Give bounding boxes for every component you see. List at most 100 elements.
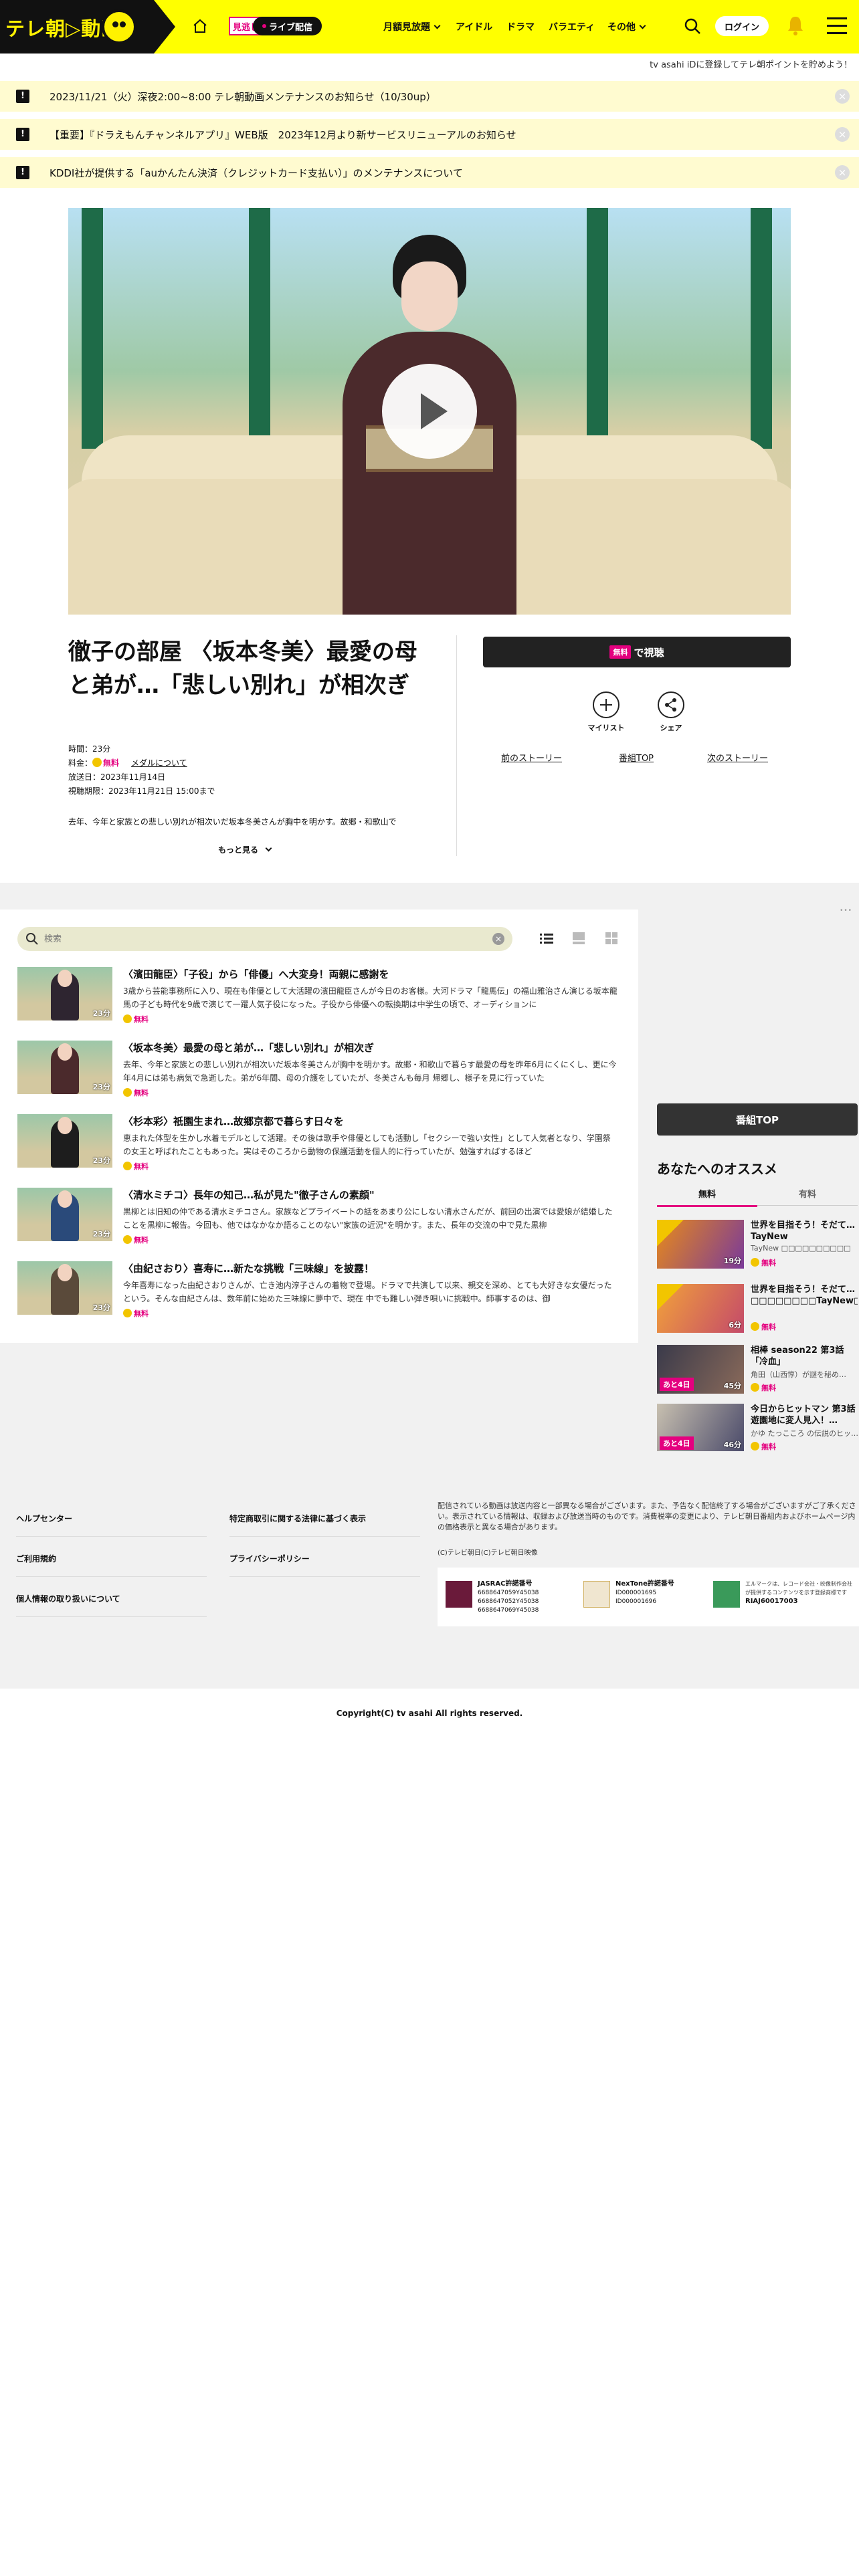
- watch-free-button[interactable]: 無料 で視聴: [483, 637, 791, 667]
- remaining-days-badge: あと4日: [660, 1378, 694, 1391]
- episode-thumbnail: 23分: [17, 1114, 112, 1168]
- notice-bar[interactable]: ! 【重要】『ドラえもんチャンネルアプリ』WEB版 2023年12月より新サービ…: [0, 119, 859, 150]
- live-badge[interactable]: ライブ配信: [253, 17, 322, 35]
- alert-icon: !: [16, 128, 29, 141]
- nav-drama[interactable]: ドラマ: [506, 20, 535, 33]
- nav-idol[interactable]: アイドル: [456, 20, 492, 33]
- reco-thumbnail: 19分: [657, 1220, 744, 1269]
- help-center-link[interactable]: ヘルプセンター: [16, 1513, 207, 1537]
- search-input[interactable]: [44, 931, 472, 947]
- episode-thumbnail: 23分: [17, 967, 112, 1021]
- reco-item[interactable]: あと4日 45分 相棒 season22 第3話「冷血」 角田（山西惇）が謎を秘め…: [657, 1345, 858, 1394]
- license-name: JASRAC許諾番号: [478, 1580, 533, 1588]
- card-view-icon[interactable]: [571, 931, 586, 946]
- set-pillar: [587, 208, 608, 449]
- reco-item[interactable]: 19分 世界を目指そう！そだて…TayNew □□□□□□□□□□ TayNew…: [657, 1220, 858, 1269]
- tab-free[interactable]: 無料: [657, 1187, 757, 1207]
- chevron-down-icon: [434, 22, 441, 29]
- home-icon[interactable]: [192, 18, 208, 34]
- prev-story-link[interactable]: 前のストーリー: [501, 751, 562, 764]
- play-icon[interactable]: [382, 364, 477, 459]
- login-button[interactable]: ログイン: [715, 16, 769, 36]
- close-icon[interactable]: ×: [835, 127, 850, 142]
- search-icon: [26, 933, 38, 945]
- item-title: 〈濱田龍臣〉「子役」から「俳優」へ大変身！両親に感謝を: [123, 968, 389, 980]
- free-label: 無料: [761, 1323, 776, 1331]
- episode-fee: 料金： 無料 メダルについて: [68, 756, 215, 770]
- tokushoho-link[interactable]: 特定商取引に関する法律に基づく表示: [229, 1513, 420, 1537]
- hamburger-menu-icon[interactable]: [827, 17, 847, 35]
- l-mark-license: エルマークは、レコード会社・映像制作会社が提供するコンテンツを示す登録商標です …: [745, 1580, 852, 1606]
- episode-title: 徹子の部屋 〈坂本冬美〉最愛の母と弟が…「悲しい別れ」が相次ぎ: [68, 639, 417, 699]
- clear-icon[interactable]: ×: [492, 933, 504, 945]
- notice-bar[interactable]: ! KDDI社が提供する「auかんたん決済（クレジットカード支払い）」のメンテナ…: [0, 157, 859, 188]
- license-name: NexTone許諾番号: [615, 1580, 674, 1588]
- list-item[interactable]: 23分 〈杉本彩〉祇園生まれ…故郷京都で暮らす日々を 恵まれた体型を生かし水着モ…: [17, 1114, 619, 1174]
- notice-text[interactable]: 2023/11/21（火）深夜2:00~8:00 テレ朝動画メンテナンスのお知ら…: [50, 90, 436, 104]
- nav-others[interactable]: その他: [607, 20, 646, 33]
- program-top-link[interactable]: 番組TOP: [619, 751, 654, 764]
- list-item[interactable]: 23分 〈濱田龍臣〉「子役」から「俳優」へ大変身！両親に感謝を 3歳から芸能事務…: [17, 967, 619, 1027]
- nav-variety[interactable]: バラエティ: [549, 20, 595, 33]
- program-top-button[interactable]: 番組TOP: [657, 1103, 858, 1136]
- video-player[interactable]: [68, 208, 791, 615]
- item-description: 去年、今年と家族との悲しい別れが相次いだ坂本冬美さんが胸中を明かす。故郷・和歌山…: [123, 1060, 617, 1083]
- tab-paid[interactable]: 有料: [757, 1187, 858, 1206]
- item-description: 今年喜寿になった由紀さおりさんが、亡き池内淳子さんの着物で登場。ドラマで共演して…: [123, 1281, 612, 1303]
- duration-label: 19分: [723, 1257, 741, 1265]
- free-badge: 無料: [123, 1014, 149, 1025]
- close-icon[interactable]: ×: [835, 89, 850, 104]
- episode-description: 去年、今年と家族との悲しい別れが相次いだ坂本冬美さんが胸中を明かす。故郷・和歌山…: [68, 817, 397, 827]
- coin-icon: [92, 758, 102, 767]
- search-icon[interactable]: [682, 16, 702, 36]
- reco-thumbnail: 6分: [657, 1284, 744, 1333]
- list-item[interactable]: 23分 〈由紀さおり〉喜寿に…新たな挑戦「三味線」を披露！ 今年喜寿になった由紀…: [17, 1261, 619, 1321]
- plus-icon: [593, 691, 619, 718]
- duration-label: 23分: [92, 1156, 110, 1165]
- reco-item[interactable]: あと4日 46分 今日からヒットマン 第3話 遊園地に変人見入！… かゆ たっここ…: [657, 1404, 858, 1453]
- remaining-days-badge: あと4日: [660, 1436, 694, 1450]
- duration-label: 45分: [723, 1382, 741, 1390]
- reco-item[interactable]: 6分 世界を目指そう！そだて…□□□□□□□□TayNew□□… 無料: [657, 1284, 858, 1333]
- item-title: 〈清水ミチコ〉長年の知己…私が見た"徹子さんの素顔": [123, 1189, 375, 1201]
- close-icon[interactable]: ×: [835, 165, 850, 180]
- list-item[interactable]: 23分 〈坂本冬美〉最愛の母と弟が…「悲しい別れ」が相次ぎ 去年、今年と家族との…: [17, 1041, 619, 1101]
- list-view-icon[interactable]: [539, 931, 554, 946]
- share-button[interactable]: シェア: [651, 691, 691, 733]
- grid-view-icon[interactable]: [604, 931, 619, 946]
- mylist-button[interactable]: マイリスト: [586, 691, 626, 733]
- free-tag: 無料: [609, 645, 632, 659]
- personal-info-link[interactable]: 個人情報の取り扱いについて: [16, 1593, 207, 1617]
- tvasahi-id-promo[interactable]: tv asahi iDに登録してテレ朝ポイントを貯めよう！: [650, 58, 852, 70]
- item-description: 3歳から芸能事務所に入り、現在も俳優として大活躍の濱田龍臣さんが今日のお客様。大…: [123, 986, 617, 1009]
- l-mark-icon: [713, 1581, 740, 1608]
- free-label: 無料: [134, 1309, 149, 1318]
- reco-thumbnail: あと4日 45分: [657, 1345, 744, 1394]
- list-item[interactable]: 23分 〈清水ミチコ〉長年の知己…私が見た"徹子さんの素顔" 黒柳とは旧知の仲で…: [17, 1188, 619, 1248]
- show-more-button[interactable]: もっと見る: [218, 844, 272, 855]
- jasrac-license: JASRAC許諾番号 6688647059Y45038 6688647052Y4…: [478, 1580, 571, 1615]
- duration-label: 23分: [92, 1303, 110, 1312]
- license-box: JASRAC許諾番号 6688647059Y45038 6688647052Y4…: [438, 1568, 859, 1626]
- bell-icon[interactable]: [786, 15, 805, 36]
- privacy-policy-link[interactable]: プライバシーポリシー: [229, 1553, 420, 1577]
- live-label: ライブ配信: [269, 22, 313, 33]
- coin-icon: [751, 1442, 759, 1451]
- mylist-label: マイリスト: [587, 724, 625, 732]
- notice-text[interactable]: 【重要】『ドラえもんチャンネルアプリ』WEB版 2023年12月より新サービスリ…: [50, 128, 516, 142]
- reco-subtitle: TayNew □□□□□□□□□□: [751, 1244, 851, 1253]
- item-description: 黒柳とは旧知の仲である清水ミチコさん。家族などプライベートの話をあまり公にしない…: [123, 1207, 613, 1230]
- coin-icon: [123, 1162, 132, 1170]
- nav-monthly[interactable]: 月額見放題: [383, 20, 441, 33]
- footer-small-copyright: (C)テレビ朝日(C)テレビ朝日映像: [438, 1549, 538, 1557]
- notice-bar[interactable]: ! 2023/11/21（火）深夜2:00~8:00 テレ朝動画メンテナンスのお…: [0, 81, 859, 112]
- notice-text[interactable]: KDDI社が提供する「auかんたん決済（クレジットカード支払い）」のメンテナンス…: [50, 166, 463, 180]
- medal-link[interactable]: メダルについて: [131, 758, 187, 768]
- terms-link[interactable]: ご利用規約: [16, 1553, 207, 1577]
- next-story-link[interactable]: 次のストーリー: [707, 751, 768, 764]
- item-title: 〈杉本彩〉祇園生まれ…故郷京都で暮らす日々を: [123, 1115, 344, 1128]
- free-badge: 無料: [123, 1308, 149, 1319]
- site-logo[interactable]: テレ朝▷動画: [0, 0, 175, 53]
- free-badge: 無料: [123, 1235, 149, 1245]
- free-label: 無料: [134, 1236, 149, 1245]
